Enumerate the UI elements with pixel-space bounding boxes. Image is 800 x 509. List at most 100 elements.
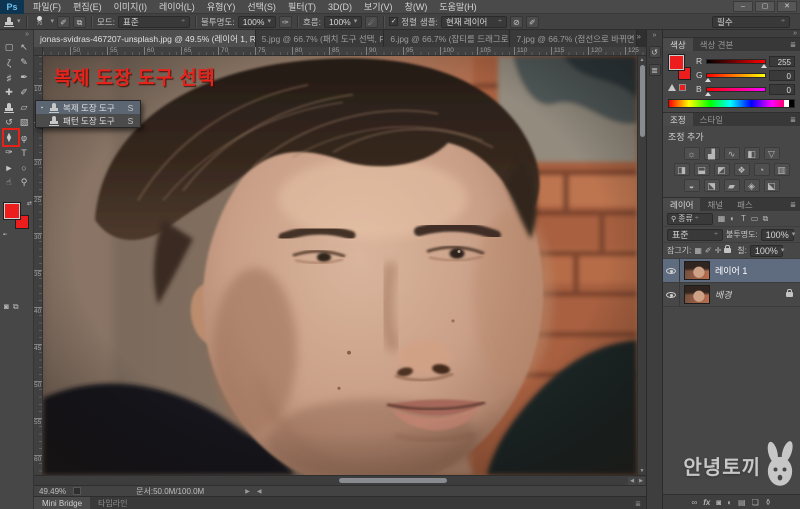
- gamut-color-swatch[interactable]: [679, 84, 686, 91]
- color-spectrum-ramp[interactable]: [668, 99, 795, 108]
- tab-color[interactable]: 색상: [663, 38, 693, 51]
- layer-style-icon[interactable]: fx: [703, 498, 710, 507]
- properties-panel-icon[interactable]: ≣: [649, 64, 661, 76]
- green-channel-value[interactable]: 0: [769, 70, 795, 81]
- color-balance-icon[interactable]: ⬓: [694, 163, 710, 176]
- gradient-map-icon[interactable]: ⬕: [764, 179, 780, 192]
- gamut-warning-icon[interactable]: [668, 84, 676, 91]
- menu-edit[interactable]: 편집(E): [67, 0, 108, 14]
- photo-filter-icon[interactable]: ❖: [734, 163, 750, 176]
- doc-tab[interactable]: 7.jpg @ 66.7% (점선으로 바뀌면 ...×: [510, 30, 636, 47]
- red-channel-slider-thumb[interactable]: [761, 64, 767, 68]
- red-channel-slider[interactable]: [706, 59, 766, 64]
- menu-view[interactable]: 보기(V): [358, 0, 399, 14]
- doc-tab[interactable]: 6.jpg @ 66.7% (잡티를 드래그로 ...×: [384, 30, 510, 47]
- toolbar-collapse-icon[interactable]: »: [0, 30, 33, 40]
- move-tool[interactable]: ↖: [17, 40, 32, 55]
- lock-all-icon[interactable]: [724, 248, 731, 253]
- minimize-button[interactable]: –: [733, 1, 753, 12]
- menu-file[interactable]: 파일(F): [27, 0, 67, 14]
- invert-icon[interactable]: ◒: [684, 179, 700, 192]
- type-filter-icon[interactable]: T: [738, 214, 749, 224]
- lock-position-icon[interactable]: ✛: [715, 246, 722, 255]
- pressure-opacity-icon[interactable]: ✑: [279, 16, 292, 28]
- menu-3d[interactable]: 3D(D): [322, 0, 358, 14]
- blend-mode-select[interactable]: 표준÷: [667, 229, 723, 241]
- tab-channels[interactable]: 채널: [700, 198, 730, 211]
- layer-row[interactable]: 배경: [663, 283, 800, 307]
- layer-row[interactable]: 레이어 1: [663, 259, 800, 283]
- scroll-right-icon[interactable]: ▶: [637, 477, 645, 485]
- brush-picker-arrow-icon[interactable]: ▾: [51, 18, 55, 25]
- tab-overflow-icon[interactable]: »: [637, 30, 646, 47]
- levels-icon[interactable]: ▟: [704, 147, 720, 160]
- brush-tool[interactable]: ✐: [17, 85, 32, 100]
- blue-channel-slider[interactable]: [706, 87, 766, 92]
- layer-filter-kind-select[interactable]: ⚲ 종류 ÷: [667, 213, 713, 225]
- default-colors-icon[interactable]: ▪▫: [3, 232, 7, 238]
- tab-paths[interactable]: 패스: [730, 198, 760, 211]
- green-channel-slider-thumb[interactable]: [705, 78, 711, 82]
- new-group-icon[interactable]: ▤: [738, 498, 746, 507]
- tab-swatches[interactable]: 색상 견본: [693, 38, 741, 51]
- blue-channel-slider-thumb[interactable]: [705, 92, 711, 96]
- adjustment-filter-icon[interactable]: ◐: [727, 214, 738, 224]
- threshold-icon[interactable]: ▰: [724, 179, 740, 192]
- tab-styles[interactable]: 스타일: [693, 113, 730, 126]
- menu-select[interactable]: 선택(S): [241, 0, 282, 14]
- hand-tool[interactable]: ☝: [2, 175, 17, 190]
- selective-color-icon[interactable]: ◈: [744, 179, 760, 192]
- status-mini-arrow-icon[interactable]: ◀: [257, 488, 262, 495]
- zoom-tool[interactable]: ⚲: [17, 175, 32, 190]
- link-layers-icon[interactable]: ∞: [692, 498, 698, 507]
- horizontal-scrollbar[interactable]: ◀ ▶: [34, 475, 646, 485]
- ignore-adjustment-layers-icon[interactable]: ⊘: [510, 16, 523, 28]
- layer-opacity-field[interactable]: 100%▾: [761, 229, 794, 241]
- menu-window[interactable]: 창(W): [399, 0, 434, 14]
- vibrance-icon[interactable]: ▽: [764, 147, 780, 160]
- exposure-icon[interactable]: ◧: [744, 147, 760, 160]
- sample-select[interactable]: 현재 레이어÷: [441, 16, 507, 28]
- menu-help[interactable]: 도움말(H): [433, 0, 482, 14]
- brightness-contrast-icon[interactable]: ☼: [684, 147, 700, 160]
- eraser-tool[interactable]: ▱: [17, 100, 32, 115]
- dock-collapse-icon[interactable]: »: [653, 30, 657, 40]
- lasso-tool[interactable]: ζ: [2, 55, 17, 70]
- toggle-brush-panel-button[interactable]: ✐: [57, 16, 70, 28]
- vertical-scroll-thumb[interactable]: [640, 65, 645, 137]
- current-tool-icon[interactable]: [4, 17, 14, 27]
- foreground-color-swatch[interactable]: [4, 203, 20, 219]
- tab-layers[interactable]: 레이어: [663, 198, 700, 211]
- color-panel-menu-icon[interactable]: ≣: [790, 41, 800, 49]
- rect-marquee-tool[interactable]: ▢: [2, 40, 17, 55]
- quick-selection-tool[interactable]: ✎: [17, 55, 32, 70]
- eyedropper-tool[interactable]: ✒: [17, 70, 32, 85]
- zoom-level-field[interactable]: 49.49%: [39, 487, 66, 496]
- mode-select[interactable]: 표준÷: [118, 16, 190, 28]
- status-popup-arrow-icon[interactable]: ▶: [245, 488, 250, 495]
- screen-mode-button[interactable]: ⧉: [13, 302, 19, 312]
- tab-adjustments[interactable]: 조정: [663, 113, 693, 126]
- posterize-icon[interactable]: ⬔: [704, 179, 720, 192]
- panel-collapse-icon[interactable]: »: [663, 30, 800, 37]
- brush-preset-picker[interactable]: 70: [32, 15, 48, 29]
- layer-visibility-toggle[interactable]: [663, 283, 680, 306]
- adjustments-panel-menu-icon[interactable]: ≣: [790, 116, 800, 124]
- shape-tool[interactable]: ○: [17, 160, 32, 175]
- doc-tab[interactable]: 5.jpg @ 66.7% (패치 도구 선택, R...×: [256, 30, 385, 47]
- lock-transparent-icon[interactable]: ▦: [694, 246, 702, 255]
- healing-brush-tool[interactable]: ✚: [2, 85, 17, 100]
- horizontal-ruler[interactable]: 50556065707580859095100105110115120125: [43, 47, 646, 56]
- workspace-select[interactable]: 필수÷: [712, 16, 790, 28]
- horizontal-scroll-thumb[interactable]: [339, 478, 447, 483]
- blue-channel-value[interactable]: 0: [769, 84, 795, 95]
- new-layer-icon[interactable]: ❏: [752, 498, 759, 507]
- layer-mask-icon[interactable]: ◙: [716, 498, 721, 507]
- aligned-checkbox[interactable]: ✓: [389, 17, 398, 26]
- close-button[interactable]: ✕: [777, 1, 797, 12]
- tab-timeline[interactable]: 타임라인: [90, 497, 135, 509]
- path-selection-tool[interactable]: ►: [2, 160, 17, 175]
- bottom-panel-menu-icon[interactable]: ≣: [635, 497, 646, 509]
- toggle-clone-source-panel-button[interactable]: ⧉: [73, 16, 86, 28]
- delete-layer-icon[interactable]: ⚱: [765, 498, 772, 507]
